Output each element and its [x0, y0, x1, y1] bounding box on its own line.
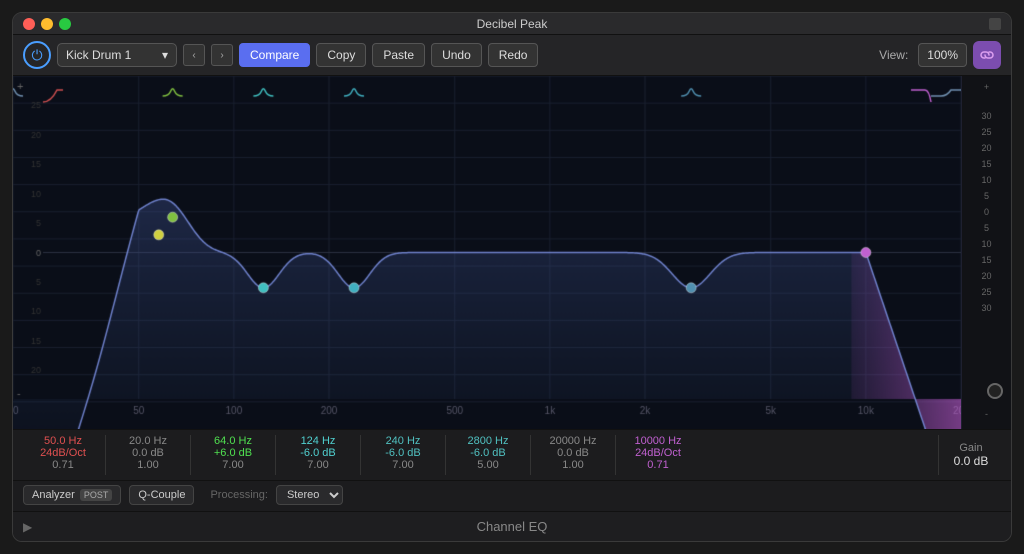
footer-bar: ▶ Channel EQ — [13, 511, 1011, 541]
preset-selector[interactable]: Kick Drum 1 ▾ — [57, 43, 177, 67]
band2-gain: 0.0 dB — [132, 447, 164, 459]
band8-gain: 24dB/Oct — [635, 447, 681, 459]
db-label-20: 20 — [981, 140, 991, 156]
band3-gain: +6.0 dB — [214, 447, 252, 459]
band-divider-1 — [105, 435, 106, 475]
close-button[interactable] — [23, 18, 35, 30]
db-label-25: 25 — [981, 124, 991, 140]
band2-q: 1.00 — [137, 459, 158, 471]
band-divider-7 — [615, 435, 616, 475]
band8-q: 0.71 — [647, 459, 668, 471]
db-label-n25: 25 — [981, 284, 991, 300]
right-db-labels: 30 25 20 15 10 5 0 5 10 15 20 25 30 — [981, 108, 991, 316]
processing-select[interactable]: Stereo Left Right Mid Side — [276, 485, 343, 505]
band-param-6: 2800 Hz -6.0 dB 5.00 — [448, 435, 528, 475]
db-label-n5: 5 — [984, 220, 989, 236]
gain-value: 0.0 dB — [954, 454, 989, 468]
band2-freq: 20.0 Hz — [129, 435, 167, 447]
band-param-4: 124 Hz -6.0 dB 7.00 — [278, 435, 358, 475]
band-param-3: 64.0 Hz +6.0 dB 7.00 — [193, 435, 273, 475]
band-param-5: 240 Hz -6.0 dB 7.00 — [363, 435, 443, 475]
band-divider-5 — [445, 435, 446, 475]
band3-freq: 64.0 Hz — [214, 435, 252, 447]
title-bar: Decibel Peak — [13, 13, 1011, 35]
copy-button[interactable]: Copy — [316, 43, 366, 67]
band6-gain: -6.0 dB — [470, 447, 505, 459]
band5-gain: -6.0 dB — [385, 447, 420, 459]
nav-back-button[interactable]: ‹ — [183, 44, 205, 66]
db-label-15: 15 — [981, 156, 991, 172]
redo-button[interactable]: Redo — [488, 43, 539, 67]
eq-container: + 30 25 20 15 10 5 0 5 10 15 20 25 30 - — [13, 76, 1011, 429]
band5-q: 7.00 — [392, 459, 413, 471]
band-divider-4 — [360, 435, 361, 475]
maximize-button[interactable] — [59, 18, 71, 30]
toolbar: ⏻ Kick Drum 1 ▾ ‹ › Compare Copy Paste U… — [13, 35, 1011, 76]
db-label-30: 30 — [981, 108, 991, 124]
band1-gain: 24dB/Oct — [40, 447, 86, 459]
band-divider-3 — [275, 435, 276, 475]
qcouple-button[interactable]: Q-Couple — [129, 485, 194, 505]
eq-grid[interactable] — [13, 76, 961, 429]
db-label-0: 0 — [984, 204, 989, 220]
band6-q: 5.00 — [477, 459, 498, 471]
db-label-n30: 30 — [981, 300, 991, 316]
gain-divider — [938, 435, 939, 475]
eq-knob[interactable] — [987, 383, 1003, 399]
db-label-10: 10 — [981, 172, 991, 188]
band4-freq: 124 Hz — [301, 435, 336, 447]
post-badge: POST — [80, 489, 113, 501]
traffic-lights — [23, 18, 71, 30]
compare-button[interactable]: Compare — [239, 43, 310, 67]
power-button[interactable]: ⏻ — [23, 41, 51, 69]
preset-name: Kick Drum 1 — [66, 48, 131, 62]
band7-freq: 20000 Hz — [549, 435, 596, 447]
band4-q: 7.00 — [307, 459, 328, 471]
footer-title: Channel EQ — [477, 519, 548, 534]
band4-gain: -6.0 dB — [300, 447, 335, 459]
view-label: View: — [879, 48, 908, 62]
eq-canvas[interactable] — [13, 76, 961, 429]
band7-q: 1.00 — [562, 459, 583, 471]
paste-button[interactable]: Paste — [372, 43, 425, 67]
band-params: 50.0 Hz 24dB/Oct 0.71 20.0 Hz 0.0 dB 1.0… — [23, 435, 936, 475]
link-icon — [979, 47, 995, 63]
resize-handle[interactable] — [989, 18, 1001, 30]
gain-panel: Gain 0.0 dB — [941, 442, 1001, 468]
view-percent-selector[interactable]: 100% — [918, 43, 967, 67]
band1-q: 0.71 — [52, 459, 73, 471]
plugin-window: Decibel Peak ⏻ Kick Drum 1 ▾ ‹ › Compare… — [12, 12, 1012, 542]
band5-freq: 240 Hz — [386, 435, 421, 447]
analyzer-button[interactable]: Analyzer POST — [23, 485, 121, 505]
band-divider-2 — [190, 435, 191, 475]
band-param-1: 50.0 Hz 24dB/Oct 0.71 — [23, 435, 103, 475]
db-label-n10: 10 — [981, 236, 991, 252]
link-button[interactable] — [973, 41, 1001, 69]
play-button[interactable]: ▶ — [23, 520, 32, 534]
band-param-8: 10000 Hz 24dB/Oct 0.71 — [618, 435, 698, 475]
band-divider-6 — [530, 435, 531, 475]
analyzer-label: Analyzer — [32, 489, 75, 501]
db-label-n15: 15 — [981, 252, 991, 268]
nav-forward-button[interactable]: › — [211, 44, 233, 66]
band-param-7: 20000 Hz 0.0 dB 1.00 — [533, 435, 613, 475]
undo-button[interactable]: Undo — [431, 43, 482, 67]
band-params-bar: 50.0 Hz 24dB/Oct 0.71 20.0 Hz 0.0 dB 1.0… — [13, 429, 1011, 480]
db-label-n20: 20 — [981, 268, 991, 284]
minimize-button[interactable] — [41, 18, 53, 30]
gain-label: Gain — [959, 442, 982, 454]
band6-freq: 2800 Hz — [468, 435, 509, 447]
window-title: Decibel Peak — [477, 17, 548, 31]
db-label-5: 5 — [984, 188, 989, 204]
eq-right-panel: + 30 25 20 15 10 5 0 5 10 15 20 25 30 - — [961, 76, 1011, 429]
preset-chevron-icon: ▾ — [162, 48, 168, 62]
band8-freq: 10000 Hz — [634, 435, 681, 447]
bottom-controls: Analyzer POST Q-Couple Processing: Stere… — [13, 480, 1011, 511]
band1-freq: 50.0 Hz — [44, 435, 82, 447]
band7-gain: 0.0 dB — [557, 447, 589, 459]
band-param-2: 20.0 Hz 0.0 dB 1.00 — [108, 435, 188, 475]
band3-q: 7.00 — [222, 459, 243, 471]
processing-label: Processing: — [210, 489, 267, 501]
